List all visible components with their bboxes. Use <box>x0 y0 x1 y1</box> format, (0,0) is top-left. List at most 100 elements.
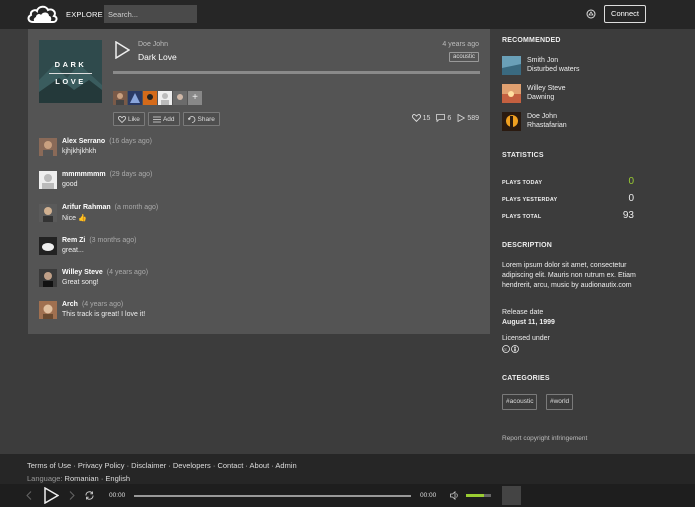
album-cover[interactable]: DARK LOVE <box>39 40 102 103</box>
stat-label: PLAYS YESTERDAY <box>502 197 558 203</box>
commenter-avatar[interactable] <box>39 138 57 156</box>
stat-row-today: PLAYS TODAY 0 <box>502 176 634 188</box>
connect-button[interactable]: Connect <box>604 5 646 23</box>
liker-avatar[interactable] <box>128 91 142 105</box>
top-bar: EXPLORE Connect <box>0 0 695 29</box>
list-icon <box>152 116 161 122</box>
previous-icon[interactable] <box>26 491 32 500</box>
explore-link[interactable]: EXPLORE <box>66 10 103 19</box>
commenter-avatar[interactable] <box>39 237 57 255</box>
cover-title-2: LOVE <box>55 77 86 86</box>
comments-count: 6 <box>447 114 452 122</box>
footer-links[interactable]: Terms of Use · Privacy Policy · Disclaim… <box>27 461 297 470</box>
comment-text: Nice 👍 <box>62 215 87 222</box>
track-artist[interactable]: Doe John <box>138 41 168 48</box>
search-input[interactable] <box>104 5 197 23</box>
comments-stat[interactable]: 6 <box>436 114 451 122</box>
now-playing-thumb[interactable] <box>502 486 521 505</box>
add-button[interactable]: Add <box>147 112 180 126</box>
recommended-thumb[interactable] <box>502 84 521 103</box>
stat-label: PLAYS TOTAL <box>502 214 542 220</box>
share-icon <box>187 115 195 123</box>
next-icon[interactable] <box>69 491 75 500</box>
track-actions: Like Add Share <box>113 112 220 126</box>
total-time: 00:00 <box>420 492 437 499</box>
comment-text: great... <box>62 247 84 254</box>
recommended-title[interactable]: Rhastafarian <box>527 122 567 129</box>
stat-value: 0 <box>628 193 634 204</box>
comment-time: (3 months ago) <box>89 237 137 244</box>
report-copyright-link[interactable]: Report copyright infringement <box>502 435 587 442</box>
comment-header: Willey Steve (4 years ago) <box>62 269 148 276</box>
liker-avatar[interactable] <box>113 91 127 105</box>
track-card: DARK LOVE Doe John Dark Love 4 years ago… <box>28 29 490 334</box>
likes-stat[interactable]: 15 <box>411 114 431 122</box>
notification-icon[interactable] <box>586 9 596 19</box>
comment-header: Arch (4 years ago) <box>62 301 123 308</box>
commenter-name[interactable]: Arifur Rahman <box>62 204 111 211</box>
comment-header: Arifur Rahman (a month ago) <box>62 204 158 211</box>
track-time-ago: 4 years ago <box>442 41 479 48</box>
stat-value: 93 <box>622 210 634 221</box>
play-count-icon <box>457 114 466 122</box>
recommended-title[interactable]: Dawning <box>527 94 554 101</box>
plays-count: 589 <box>467 114 479 122</box>
description-text: Lorem ipsum dolor sit amet, consectetur … <box>502 262 636 289</box>
liker-avatar[interactable] <box>143 91 157 105</box>
recommended-artist[interactable]: Doe John <box>527 113 557 120</box>
comment-time: (16 days ago) <box>109 138 152 145</box>
current-time: 00:00 <box>109 492 126 499</box>
commenter-name[interactable]: Rem Zi <box>62 237 85 244</box>
player-progress-bar[interactable] <box>134 495 411 497</box>
comment-icon <box>436 114 446 122</box>
license-label: Licensed under <box>502 335 550 342</box>
release-label: Release date <box>502 309 544 316</box>
commenter-name[interactable]: Willey Steve <box>62 269 103 276</box>
cc-icon: cc <box>502 345 510 353</box>
license-icons[interactable]: cc <box>502 345 519 353</box>
recommended-title[interactable]: Disturbed waters <box>527 66 580 73</box>
release-date: August 11, 1999 <box>502 319 555 326</box>
attribution-icon <box>511 345 519 353</box>
commenter-name[interactable]: mmmmmmm <box>62 171 106 178</box>
waveform-progress[interactable] <box>113 71 480 74</box>
commenter-name[interactable]: Arch <box>62 301 78 308</box>
commenter-avatar[interactable] <box>39 269 57 287</box>
comment-time: (a month ago) <box>114 204 159 211</box>
commenter-avatar[interactable] <box>39 171 57 189</box>
svg-text:cc: cc <box>503 348 507 352</box>
share-button[interactable]: Share <box>182 112 220 126</box>
cover-title-1: DARK <box>54 60 87 69</box>
commenter-name[interactable]: Alex Serrano <box>62 138 105 145</box>
play-icon[interactable] <box>114 41 130 59</box>
recommended-thumb[interactable] <box>502 112 521 131</box>
recommended-artist[interactable]: Willey Steve <box>527 85 566 92</box>
comment-header: Rem Zi (3 months ago) <box>62 237 136 244</box>
category-tag[interactable]: #world <box>546 394 574 410</box>
track-title[interactable]: Dark Love <box>138 52 177 62</box>
commenter-avatar[interactable] <box>39 204 57 222</box>
like-button[interactable]: Like <box>113 112 145 126</box>
repeat-icon[interactable] <box>85 491 94 500</box>
statistics-heading: STATISTICS <box>502 152 544 159</box>
likes-count: 15 <box>422 114 431 122</box>
commenter-avatar[interactable] <box>39 301 57 319</box>
language-options[interactable]: Romanian · English <box>65 474 130 483</box>
cover-divider <box>49 73 92 74</box>
category-tag[interactable]: #acoustic <box>502 394 538 410</box>
stat-value: 0 <box>628 176 634 187</box>
player-play-icon[interactable] <box>43 487 59 504</box>
volume-level[interactable] <box>466 494 484 497</box>
liker-avatar[interactable] <box>158 91 172 105</box>
more-likers-icon[interactable]: + <box>188 91 202 105</box>
genre-tag[interactable]: acoustic <box>448 52 479 62</box>
recommended-thumb[interactable] <box>502 56 521 75</box>
cloud-logo-icon[interactable] <box>27 5 58 23</box>
recommended-artist[interactable]: Smith Jon <box>527 57 558 64</box>
heart-icon <box>118 115 126 123</box>
share-label: Share <box>197 115 215 123</box>
comment-header: Alex Serrano (16 days ago) <box>62 138 152 145</box>
footer: Terms of Use · Privacy Policy · Disclaim… <box>0 454 695 484</box>
liker-avatar[interactable] <box>173 91 187 105</box>
volume-icon[interactable] <box>450 491 460 500</box>
